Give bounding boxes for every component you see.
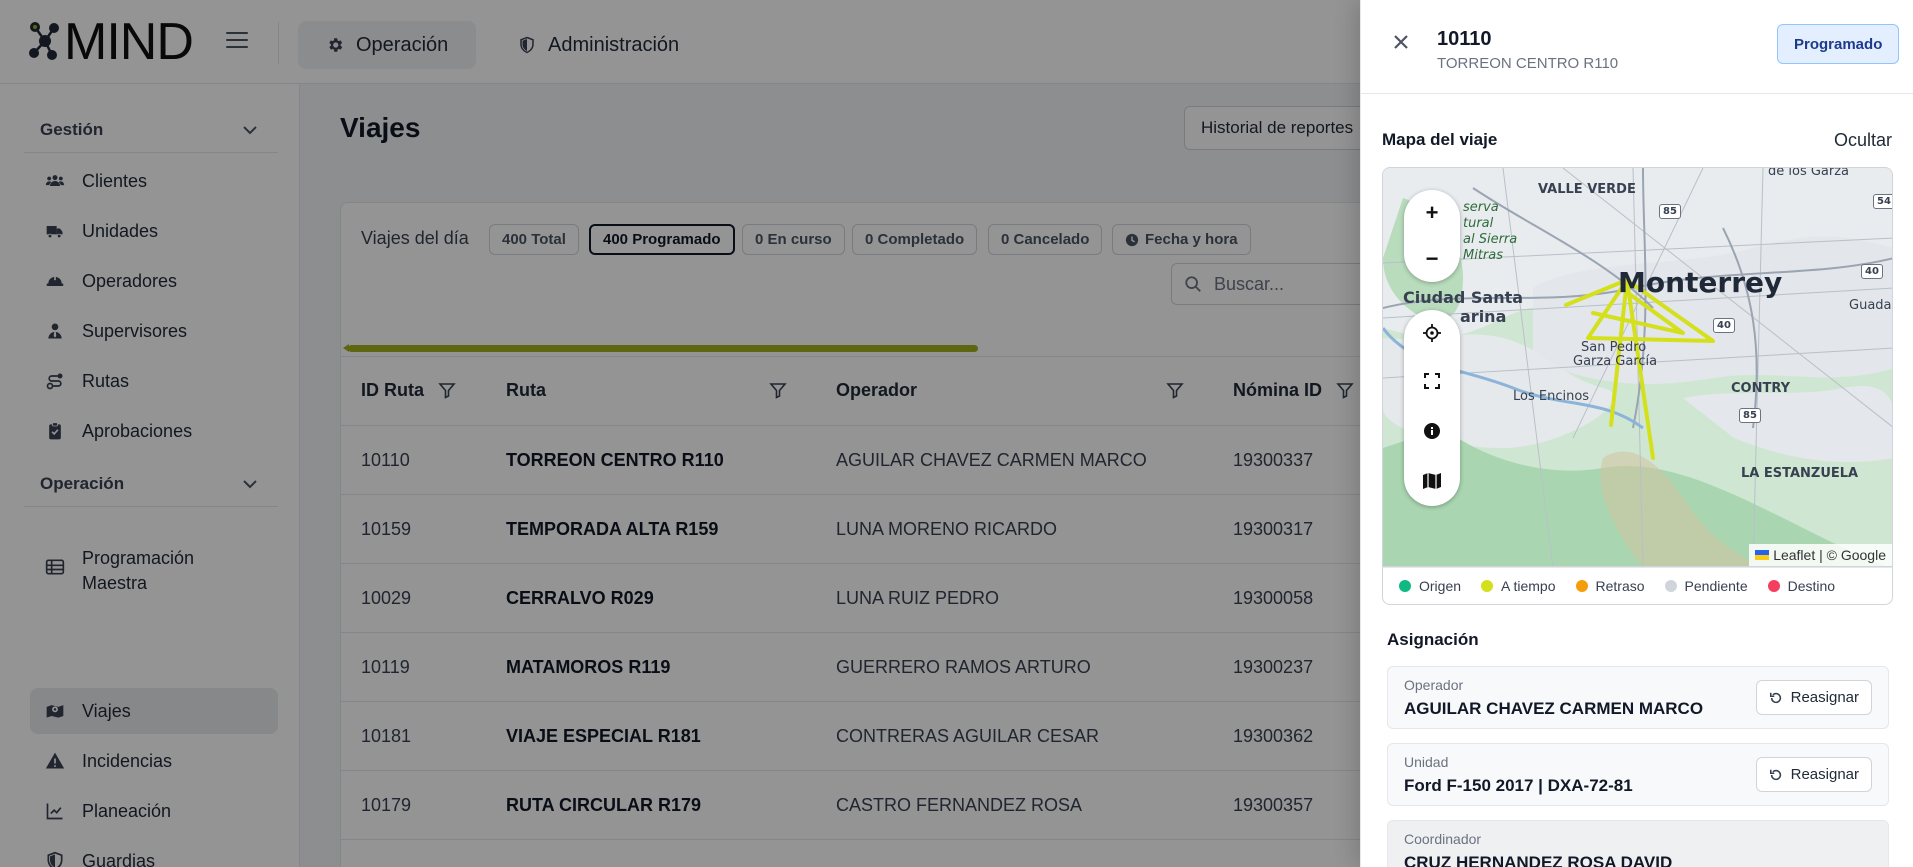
trip-detail-drawer: 10110 TORREON CENTRO R110 Programado Map… bbox=[1360, 0, 1913, 867]
legend-label: Origen bbox=[1419, 578, 1462, 594]
map-legend: Origen A tiempo Retraso Pendiente Destin… bbox=[1382, 567, 1893, 605]
reassign-label: Reasignar bbox=[1790, 689, 1859, 706]
drawer-header: 10110 TORREON CENTRO R110 Programado bbox=[1361, 0, 1913, 94]
ukraine-flag-icon bbox=[1755, 550, 1770, 560]
zoom-in-button[interactable]: + bbox=[1404, 190, 1460, 236]
legend-dot bbox=[1664, 580, 1677, 592]
assignment-operator: Operador AGUILAR CHAVEZ CARMEN MARCO Rea… bbox=[1387, 666, 1889, 729]
highway-shield: 40 bbox=[1861, 264, 1883, 279]
legend-item: Origen bbox=[1399, 578, 1461, 594]
trip-id: 10110 bbox=[1437, 28, 1492, 50]
legend-label: Pendiente bbox=[1684, 578, 1748, 594]
highway-shield: 54 bbox=[1873, 194, 1892, 209]
legend-dot bbox=[1399, 580, 1411, 592]
map-label: Guadalu bbox=[1849, 298, 1892, 313]
legend-item: Retraso bbox=[1575, 578, 1645, 594]
legend-item: Destino bbox=[1767, 578, 1836, 594]
zoom-out-button[interactable]: − bbox=[1404, 236, 1460, 282]
map-label: arina bbox=[1460, 307, 1507, 326]
map-label: de los Garza bbox=[1768, 167, 1850, 179]
fullscreen-icon bbox=[1424, 373, 1440, 389]
hide-map-button[interactable]: Ocultar bbox=[1834, 130, 1892, 151]
map-label: serva bbox=[1463, 200, 1499, 215]
legend-dot bbox=[1767, 580, 1780, 592]
assignment-label: Coordinador bbox=[1404, 831, 1482, 847]
map-label: Ciudad Santa bbox=[1403, 288, 1524, 307]
highway-shield: 40 bbox=[1713, 318, 1735, 333]
legend-item: A tiempo bbox=[1481, 578, 1556, 594]
map-label: Los Encinos bbox=[1513, 389, 1590, 404]
map-section-title: Mapa del viaje bbox=[1382, 130, 1498, 149]
map-label: San Pedro bbox=[1581, 340, 1647, 355]
legend-dot bbox=[1575, 580, 1588, 592]
map-label: VALLE VERDE bbox=[1538, 182, 1636, 197]
assignment-unit: Unidad Ford F-150 2017 | DXA-72-81 Reasi… bbox=[1387, 743, 1889, 806]
assignment-label: Unidad bbox=[1404, 754, 1449, 770]
map-attribution[interactable]: Leaflet | © Google bbox=[1749, 544, 1892, 566]
rotate-left-icon bbox=[1769, 769, 1781, 780]
legend-dot bbox=[1481, 580, 1494, 592]
info-icon bbox=[1424, 423, 1440, 439]
rotate-left-icon bbox=[1769, 692, 1781, 703]
legend-item: Pendiente bbox=[1664, 578, 1748, 594]
legend-label: Destino bbox=[1787, 578, 1836, 594]
info-button[interactable] bbox=[1404, 406, 1460, 456]
map-tools bbox=[1404, 310, 1460, 506]
map-label: Mitras bbox=[1463, 248, 1504, 263]
assignment-title: Asignación bbox=[1387, 630, 1479, 649]
highway-shield: 85 bbox=[1659, 204, 1681, 219]
map-label: CONTRY bbox=[1731, 381, 1791, 396]
assignment-value: AGUILAR CHAVEZ CARMEN MARCO bbox=[1404, 699, 1704, 718]
assignment-value: CRUZ HERNANDEZ ROSA DAVID bbox=[1404, 853, 1673, 867]
map-label: LA ESTANZUELA bbox=[1741, 466, 1859, 481]
map-label: Garza García bbox=[1573, 354, 1658, 369]
close-icon[interactable] bbox=[1391, 32, 1411, 52]
map-icon bbox=[1423, 473, 1441, 489]
zoom-controls: + − bbox=[1404, 190, 1460, 282]
status-badge: Programado bbox=[1777, 24, 1900, 64]
crosshair-icon bbox=[1423, 324, 1441, 342]
map-layers-button[interactable] bbox=[1404, 456, 1460, 506]
locate-button[interactable] bbox=[1404, 310, 1460, 356]
legend-label: Retraso bbox=[1595, 578, 1645, 594]
reassign-operator-button[interactable]: Reasignar bbox=[1755, 680, 1872, 715]
map-label: Monterrey bbox=[1618, 266, 1783, 299]
assignment-value: Ford F-150 2017 | DXA-72-81 bbox=[1404, 776, 1633, 795]
map-label: tural bbox=[1463, 216, 1494, 231]
reassign-label: Reasignar bbox=[1790, 766, 1859, 783]
assignment-coordinator: Coordinador CRUZ HERNANDEZ ROSA DAVID bbox=[1387, 820, 1889, 867]
trip-route-name: TORREON CENTRO R110 bbox=[1437, 55, 1619, 72]
attribution-text: Leaflet | © Google bbox=[1773, 547, 1886, 563]
reassign-unit-button[interactable]: Reasignar bbox=[1755, 757, 1872, 792]
trip-map[interactable]: VALLE VERDE de los Garza serva tural al … bbox=[1382, 167, 1893, 567]
map-label: al Sierra bbox=[1463, 232, 1518, 247]
legend-label: A tiempo bbox=[1501, 578, 1556, 594]
fullscreen-button[interactable] bbox=[1404, 356, 1460, 406]
assignment-label: Operador bbox=[1404, 677, 1464, 693]
highway-shield: 85 bbox=[1739, 408, 1761, 423]
